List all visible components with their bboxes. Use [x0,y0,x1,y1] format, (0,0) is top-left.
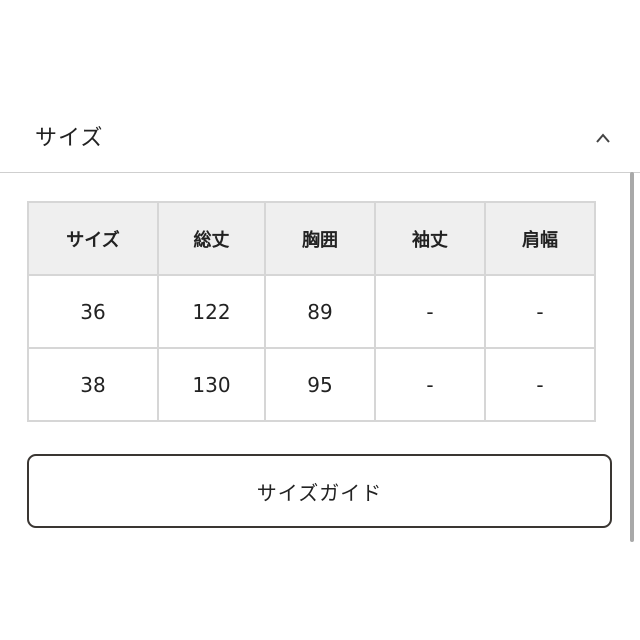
cell-size: 36 [27,274,159,349]
cell-shoulder-width: - [484,274,596,349]
cell-size: 38 [27,347,159,422]
cell-total-length: 122 [157,274,266,349]
table-row: 38 130 95 - - [27,347,596,422]
scrollbar[interactable] [630,172,634,542]
header-total-length: 総丈 [157,201,266,276]
size-guide-button[interactable]: サイズガイド [27,454,612,528]
size-table: サイズ 総丈 胸囲 袖丈 肩幅 36 122 89 - - 38 130 95 … [27,201,596,422]
chevron-up-icon[interactable] [595,129,611,143]
header-shoulder-width: 肩幅 [484,201,596,276]
header-chest: 胸囲 [264,201,376,276]
cell-sleeve-length: - [374,274,486,349]
size-guide-button-label: サイズガイド [256,480,383,505]
cell-chest: 95 [264,347,376,422]
table-row: 36 122 89 - - [27,274,596,349]
header-sleeve-length: 袖丈 [374,201,486,276]
section-divider [0,172,640,173]
table-header-row: サイズ 総丈 胸囲 袖丈 肩幅 [27,201,596,276]
cell-shoulder-width: - [484,347,596,422]
cell-sleeve-length: - [374,347,486,422]
header-size: サイズ [27,201,159,276]
cell-total-length: 130 [157,347,266,422]
cell-chest: 89 [264,274,376,349]
section-title: サイズ [35,126,104,151]
